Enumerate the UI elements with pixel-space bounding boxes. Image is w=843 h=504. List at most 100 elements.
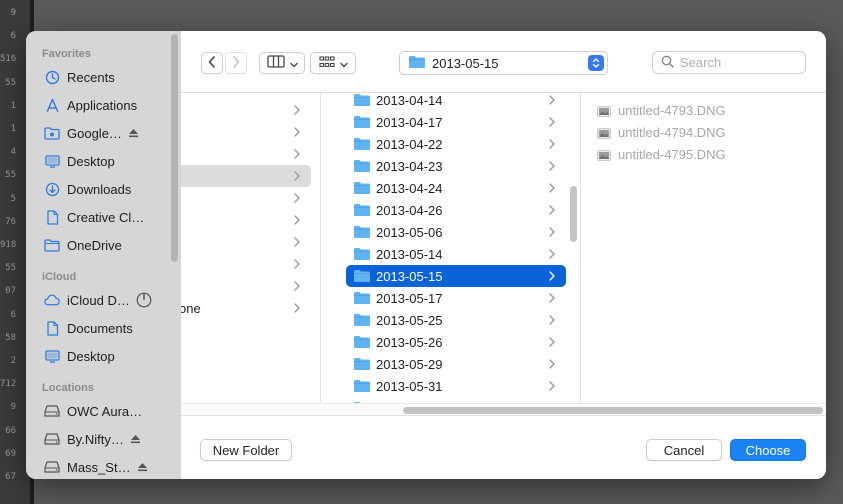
folder-row[interactable]: 2013-05-15 bbox=[346, 265, 566, 287]
folder-row-label: 2013-04-14 bbox=[376, 93, 443, 108]
folder-row[interactable]: 2013-04-17 bbox=[346, 111, 566, 133]
background-line-number: 69 bbox=[5, 448, 16, 459]
folder-row-label: 2013-05-14 bbox=[376, 246, 443, 262]
file-row[interactable]: untitled-4795.DNG bbox=[597, 143, 797, 165]
desktop-icon bbox=[44, 153, 60, 169]
folder-row[interactable]: 2013-05-14 bbox=[346, 243, 566, 265]
chevron-right-icon bbox=[546, 181, 558, 195]
background-line-number: 1 bbox=[10, 124, 16, 134]
folder-icon bbox=[353, 335, 371, 349]
drive-icon bbox=[44, 403, 60, 419]
file-row-label: untitled-4795.DNG bbox=[618, 146, 726, 162]
chevron-down-icon bbox=[339, 56, 348, 71]
eject-icon[interactable] bbox=[128, 128, 139, 138]
sidebar-item[interactable]: Downloads bbox=[34, 177, 174, 201]
view-mode-button[interactable] bbox=[259, 52, 305, 74]
sidebar-item-label: Desktop bbox=[67, 348, 115, 364]
sidebar-item-label: OWC Aura… bbox=[67, 403, 143, 419]
sidebar-item[interactable]: iCloud D… bbox=[34, 288, 174, 312]
chevron-right-icon bbox=[291, 169, 303, 183]
dialog-footer: New Folder Cancel Choose bbox=[181, 415, 826, 479]
folder-row[interactable]: 2013-05-31 bbox=[346, 375, 566, 397]
chevron-right-icon bbox=[291, 235, 303, 249]
chevron-right-icon bbox=[546, 335, 558, 349]
sidebar-item-label: Google… bbox=[67, 125, 122, 141]
folder-row-label: 2013-05-06 bbox=[376, 224, 443, 240]
folder-row[interactable]: 2013-04-24 bbox=[346, 177, 566, 199]
folder-row[interactable]: 2013-05-26 bbox=[346, 331, 566, 353]
sidebar-item-label: Desktop bbox=[67, 153, 115, 169]
eject-icon[interactable] bbox=[130, 434, 141, 444]
group-by-button[interactable] bbox=[310, 52, 356, 74]
downloads-icon bbox=[44, 181, 60, 197]
sidebar-section-title: Locations bbox=[42, 382, 94, 394]
folder-row[interactable]: 2013-05-25 bbox=[346, 309, 566, 331]
file-row[interactable]: untitled-4794.DNG bbox=[597, 121, 797, 143]
sidebar-item[interactable]: Documents bbox=[34, 316, 174, 340]
column-1-row[interactable] bbox=[181, 143, 311, 165]
drive-icon bbox=[44, 459, 60, 475]
progress-icon bbox=[136, 292, 152, 308]
folder-row-label: 2013-05-31 bbox=[376, 378, 443, 394]
column-2-scrollbar[interactable] bbox=[570, 186, 577, 242]
column-1-row[interactable] bbox=[181, 209, 311, 231]
sidebar-item[interactable]: OWC Aura… bbox=[34, 399, 174, 423]
chevron-left-icon bbox=[208, 55, 216, 71]
chevron-right-icon bbox=[291, 191, 303, 205]
search-input[interactable] bbox=[680, 55, 800, 70]
sidebar-item[interactable]: Mass_St… bbox=[34, 455, 174, 479]
new-folder-button[interactable]: New Folder bbox=[200, 439, 292, 461]
file-row[interactable]: untitled-4793.DNG bbox=[597, 99, 797, 121]
drive-icon bbox=[44, 431, 60, 447]
clock-icon bbox=[44, 69, 60, 85]
sidebar-item[interactable]: Recents bbox=[34, 65, 174, 89]
chevron-right-icon bbox=[291, 213, 303, 227]
column-1-row[interactable] bbox=[181, 275, 311, 297]
sidebar-item-label: iCloud D… bbox=[67, 292, 130, 308]
column-1-row[interactable] bbox=[181, 165, 311, 187]
folder-row-label: 2013-05-15 bbox=[376, 268, 443, 284]
sidebar-item-label: Applications bbox=[67, 97, 138, 113]
choose-button[interactable]: Choose bbox=[730, 439, 806, 461]
chevron-right-icon bbox=[546, 357, 558, 371]
column-1-row[interactable]: one bbox=[181, 297, 311, 319]
column-1-row[interactable] bbox=[181, 253, 311, 275]
column-1-row[interactable] bbox=[181, 187, 311, 209]
folder-row-label: 2013-04-22 bbox=[376, 136, 443, 152]
folder-row[interactable]: 2013-04-22 bbox=[346, 133, 566, 155]
horizontal-scrollbar-thumb[interactable] bbox=[403, 407, 823, 414]
sidebar-item[interactable]: Creative Cl… bbox=[34, 205, 174, 229]
search-field[interactable] bbox=[652, 51, 806, 74]
sidebar-item[interactable]: Desktop bbox=[34, 149, 174, 173]
chevron-right-icon bbox=[291, 279, 303, 293]
document-icon bbox=[44, 320, 60, 336]
folder-row[interactable]: 2013-04-14 bbox=[346, 93, 566, 111]
sidebar-item[interactable]: By.Nifty… bbox=[34, 427, 174, 451]
toolbar: 2013-05-15 bbox=[181, 31, 826, 93]
folder-row[interactable]: 2013-05-06 bbox=[346, 221, 566, 243]
eject-icon[interactable] bbox=[137, 462, 148, 472]
column-1-row[interactable] bbox=[181, 99, 311, 121]
path-popup[interactable]: 2013-05-15 bbox=[399, 51, 608, 75]
back-button[interactable] bbox=[201, 52, 223, 74]
sidebar-item[interactable]: Google… bbox=[34, 121, 174, 145]
forward-button[interactable] bbox=[225, 52, 247, 74]
folder-row-label: 2013-05-17 bbox=[376, 290, 443, 306]
sidebar-item-label: OneDrive bbox=[67, 237, 122, 253]
folder-row[interactable]: 2013-04-23 bbox=[346, 155, 566, 177]
sidebar-item[interactable]: OneDrive bbox=[34, 233, 174, 257]
sidebar-item-label: By.Nifty… bbox=[67, 431, 124, 447]
sidebar-item[interactable]: Desktop bbox=[34, 344, 174, 368]
folder-row[interactable]: 2013-05-17 bbox=[346, 287, 566, 309]
horizontal-scrollbar[interactable] bbox=[181, 403, 826, 415]
column-1-row[interactable] bbox=[181, 121, 311, 143]
sidebar-item[interactable]: Applications bbox=[34, 93, 174, 117]
path-popup-label: 2013-05-15 bbox=[432, 55, 499, 71]
desktop-icon bbox=[44, 348, 60, 364]
folder-row[interactable]: 2013-05-29 bbox=[346, 353, 566, 375]
sidebar: Favorites Recents Applications Google… Deskt… bbox=[26, 31, 181, 479]
background-line-number: 1 bbox=[10, 100, 16, 111]
cancel-button[interactable]: Cancel bbox=[646, 439, 722, 461]
folder-row[interactable]: 2013-04-26 bbox=[346, 199, 566, 221]
column-1-row[interactable] bbox=[181, 231, 311, 253]
